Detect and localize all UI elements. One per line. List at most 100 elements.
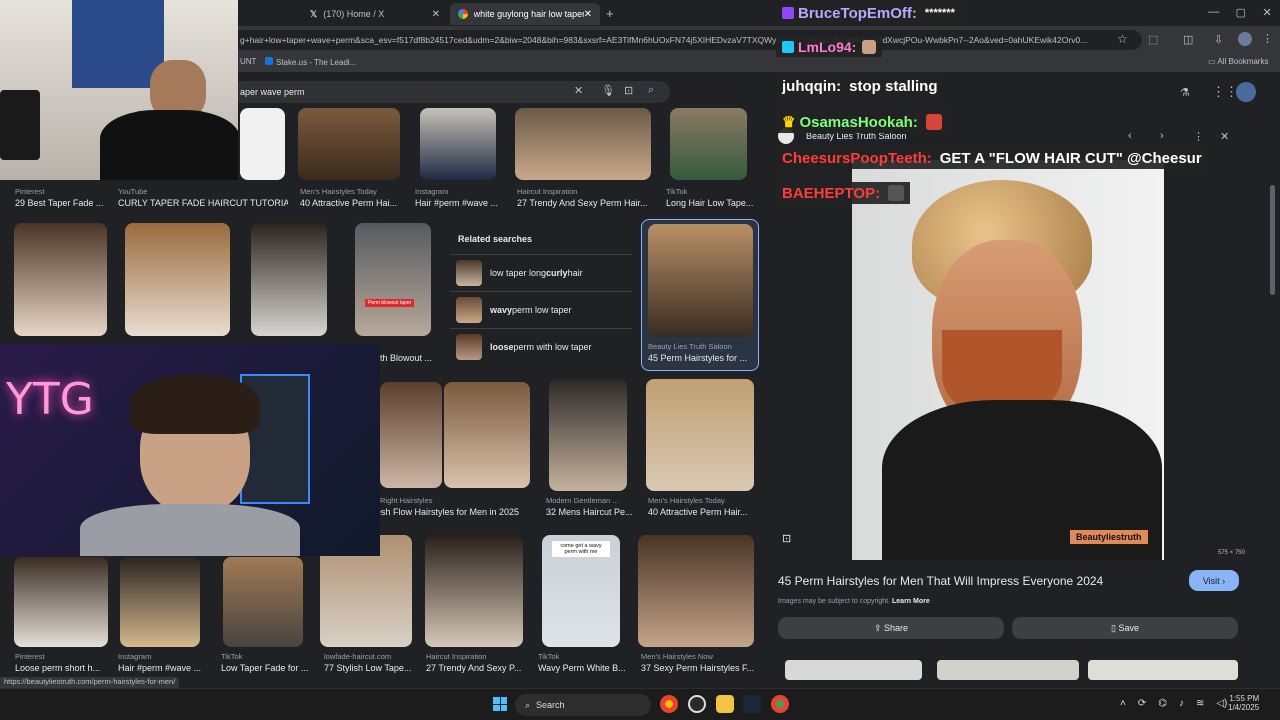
- lens-icon[interactable]: ⊡: [624, 84, 633, 97]
- mic-icon[interactable]: ♪: [1179, 698, 1184, 709]
- related-image[interactable]: [1088, 660, 1238, 680]
- windows-start-icon[interactable]: [493, 697, 507, 711]
- result-title[interactable]: 27 Trendy And Sexy Perm Hair...: [517, 198, 657, 208]
- related-item[interactable]: wavy perm low taper: [450, 291, 632, 327]
- result-title[interactable]: CURLY TAPER FADE HAIRCUT TUTORIA...: [118, 198, 288, 208]
- result-image[interactable]: [646, 379, 754, 491]
- related-item[interactable]: loose perm with low taper: [450, 328, 632, 364]
- extensions-icon[interactable]: ⬚: [1148, 33, 1158, 46]
- prev-icon[interactable]: ‹: [1128, 130, 1132, 142]
- address-bar[interactable]: g+hair+low+taper+wave+perm&sca_esv=f517d…: [232, 30, 1142, 50]
- download-icon[interactable]: ⇩: [1214, 33, 1223, 46]
- tab-x-home[interactable]: 𝕏 (170) Home / X ✕: [302, 3, 448, 25]
- related-text-post: hair: [567, 267, 583, 278]
- wifi-icon[interactable]: ≋: [1196, 698, 1204, 709]
- result-source: Right Hairstyles: [380, 496, 433, 505]
- result-title[interactable]: Long Hair Low Tape...: [666, 198, 756, 208]
- result-title[interactable]: 45 Perm Hairstyles for ...: [648, 353, 753, 363]
- volume-icon[interactable]: ◁): [1216, 698, 1227, 709]
- result-image[interactable]: come get a wavy perm with me: [542, 535, 620, 647]
- minimize-icon[interactable]: —: [1208, 6, 1219, 19]
- result-title[interactable]: Loose perm short h...: [15, 663, 110, 673]
- result-image[interactable]: [298, 108, 400, 180]
- result-title[interactable]: 37 Sexy Perm Hairstyles F...: [641, 663, 756, 673]
- share-label: Share: [884, 623, 909, 633]
- microphone-icon[interactable]: 🎙: [601, 84, 615, 97]
- labs-icon[interactable]: ⚗: [1180, 86, 1190, 99]
- share-button[interactable]: ⇪ Share: [778, 617, 1004, 639]
- chevron-up-icon[interactable]: ˄: [1120, 698, 1126, 709]
- result-image[interactable]: [425, 535, 523, 647]
- visit-button[interactable]: Visit ›: [1189, 570, 1239, 591]
- related-item[interactable]: low taper long curly hair: [450, 254, 632, 290]
- related-text-post: perm low taper: [512, 304, 572, 315]
- menu-kebab-icon[interactable]: ⋮: [1262, 32, 1273, 45]
- taskbar-search[interactable]: ⌕ Search: [515, 694, 651, 716]
- tab-google-search[interactable]: white guylong hair low taper w ✕: [450, 3, 600, 25]
- scrollbar-thumb[interactable]: [1270, 185, 1275, 295]
- result-title[interactable]: 32 Mens Haircut Pe...: [546, 507, 636, 517]
- result-image[interactable]: [638, 535, 754, 647]
- maximize-icon[interactable]: ▢: [1236, 6, 1246, 19]
- result-title[interactable]: 29 Best Taper Fade ...: [15, 198, 105, 208]
- chrome-icon[interactable]: [660, 695, 678, 713]
- related-image[interactable]: [785, 660, 922, 680]
- all-bookmarks-label: All Bookmarks: [1217, 57, 1269, 66]
- clear-search-icon[interactable]: ✕: [574, 84, 583, 97]
- result-title[interactable]: Hair #perm #wave ...: [415, 198, 505, 208]
- next-icon[interactable]: ›: [1160, 130, 1164, 142]
- related-image[interactable]: [937, 660, 1079, 680]
- preview-title[interactable]: 45 Perm Hairstyles for Men That Will Imp…: [778, 574, 1103, 588]
- more-icon[interactable]: ⋮: [1193, 130, 1204, 143]
- result-title[interactable]: 77 Stylish Low Tape...: [324, 663, 414, 673]
- result-title[interactable]: Hair #perm #wave ...: [118, 663, 208, 673]
- result-title[interactable]: 40 Attractive Perm Hai...: [300, 198, 410, 208]
- result-title[interactable]: Low Taper Fade for ...: [221, 663, 311, 673]
- result-image[interactable]: [549, 379, 627, 491]
- profile-avatar[interactable]: [1238, 32, 1252, 46]
- close-panel-icon[interactable]: ✕: [1220, 130, 1229, 143]
- lens-search-icon[interactable]: ⊡: [782, 532, 791, 545]
- result-image[interactable]: [240, 108, 285, 180]
- result-image[interactable]: [380, 382, 442, 488]
- preview-image[interactable]: Beautyliestruth: [852, 160, 1164, 560]
- result-image[interactable]: [444, 382, 530, 488]
- bookmark-star-icon[interactable]: ☆: [1117, 32, 1128, 46]
- result-image[interactable]: [420, 108, 496, 180]
- sync-icon[interactable]: ⟳: [1138, 698, 1146, 709]
- clock[interactable]: 1:55 PM 1/4/2025: [1228, 694, 1259, 712]
- chrome-profile-icon[interactable]: [771, 695, 789, 713]
- search-icon[interactable]: ⌕: [648, 84, 654, 97]
- account-avatar[interactable]: [1236, 82, 1256, 102]
- settings-gear-icon[interactable]: [688, 695, 706, 713]
- result-image[interactable]: [14, 223, 107, 336]
- result-image[interactable]: [251, 223, 327, 336]
- save-button[interactable]: ▯ Save: [1012, 617, 1238, 639]
- result-image[interactable]: [223, 557, 303, 647]
- result-image[interactable]: [648, 224, 753, 337]
- result-title[interactable]: 27 Trendy And Sexy P...: [426, 663, 526, 673]
- result-image[interactable]: [14, 557, 108, 647]
- sidepanel-icon[interactable]: ◫: [1183, 33, 1193, 46]
- result-image[interactable]: [125, 223, 230, 336]
- bookmark-stake[interactable]: Stake.us - The Leadi...: [265, 57, 356, 67]
- result-image[interactable]: [670, 108, 747, 180]
- learn-more-link[interactable]: Learn More: [892, 598, 930, 605]
- result-title[interactable]: esh Flow Hairstyles for Men in 2025: [376, 507, 536, 517]
- result-title[interactable]: 40 Attractive Perm Hair...: [648, 507, 758, 517]
- close-tab-icon[interactable]: ✕: [584, 9, 592, 20]
- chat-username: BruceTopEmOff:: [798, 4, 917, 22]
- network-icon[interactable]: ⌬: [1158, 698, 1167, 709]
- result-title[interactable]: th Blowout ...: [380, 353, 440, 363]
- close-tab-icon[interactable]: ✕: [432, 9, 440, 20]
- bookmark-unt[interactable]: UNT: [240, 57, 256, 66]
- file-explorer-icon[interactable]: [716, 695, 734, 713]
- steam-icon[interactable]: [743, 695, 761, 713]
- result-image[interactable]: [120, 557, 200, 647]
- result-image[interactable]: [515, 108, 651, 180]
- close-icon[interactable]: ✕: [1263, 6, 1272, 19]
- all-bookmarks[interactable]: ▭ All Bookmarks: [1208, 57, 1268, 66]
- result-image[interactable]: Perm blowout taper: [355, 223, 431, 336]
- new-tab-button[interactable]: +: [606, 6, 614, 21]
- result-title[interactable]: Wavy Perm White B...: [538, 663, 628, 673]
